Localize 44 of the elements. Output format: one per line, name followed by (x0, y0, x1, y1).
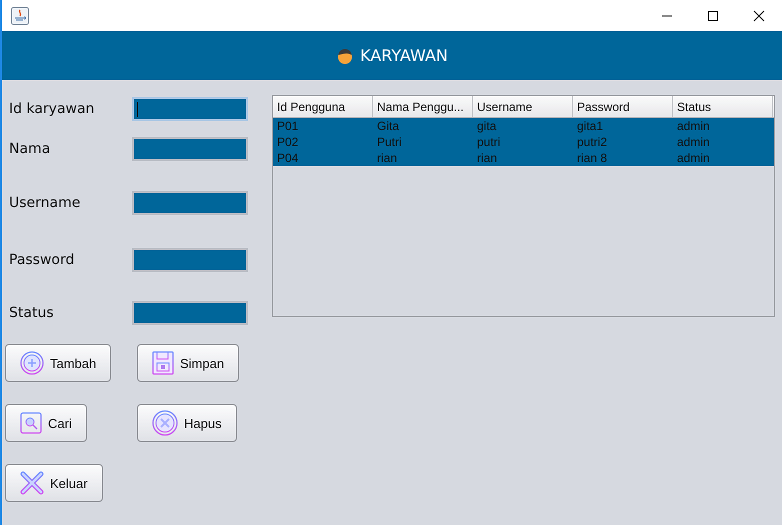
input-field[interactable] (132, 97, 248, 121)
person-icon (336, 46, 354, 64)
table-cell-text: P04 (276, 150, 300, 166)
field-label: Username (9, 195, 82, 211)
table-cell-text: Putri (376, 134, 403, 150)
input-field[interactable] (132, 248, 248, 272)
search-icon (20, 412, 42, 434)
input-field[interactable] (132, 301, 248, 325)
column-header[interactable]: Nama Penggu... (373, 96, 473, 117)
table-cell-text: Gita (376, 118, 400, 134)
table-cell-text: admin (676, 134, 711, 150)
field-label: Nama (9, 141, 52, 157)
table-cell-text: P01 (276, 118, 300, 134)
column-header[interactable]: Id Pengguna (273, 96, 373, 117)
maximize-icon[interactable] (707, 10, 719, 22)
table-cell-text: putri2 (576, 134, 608, 150)
table-cell-text: admin (676, 150, 711, 166)
field-label: Password (9, 252, 76, 268)
action-button[interactable]: Simpan (137, 344, 240, 382)
input-field[interactable] (132, 137, 248, 161)
java-app-icon (11, 6, 29, 24)
table-cell-text: admin (676, 118, 711, 134)
column-header[interactable]: Status (673, 96, 773, 117)
table-cell-text: putri (476, 134, 502, 150)
window-title: KARYAWAN (360, 46, 448, 65)
column-header[interactable]: Username (473, 96, 573, 117)
action-button[interactable]: Cari (5, 404, 87, 442)
table-cell-text: gita1 (576, 118, 604, 134)
input-field[interactable] (132, 191, 248, 215)
field-label: Status (9, 305, 55, 321)
table-cell-text: rian (376, 150, 398, 166)
table-cell-text: rian 8 (576, 150, 608, 166)
cross-icon (20, 471, 44, 495)
table-cell-text: rian (476, 150, 498, 166)
action-button[interactable]: Keluar (5, 464, 103, 502)
plus-circle-icon (20, 351, 44, 375)
table-cell-text: gita (476, 118, 498, 134)
field-label: Id karyawan (9, 101, 96, 117)
action-button[interactable]: Hapus (137, 404, 237, 442)
table-cell-text: P02 (276, 134, 300, 150)
column-header[interactable]: Password (573, 96, 673, 117)
cancel-circle-icon (152, 410, 178, 436)
action-button[interactable]: Tambah (5, 344, 112, 382)
close-icon[interactable] (753, 10, 765, 22)
